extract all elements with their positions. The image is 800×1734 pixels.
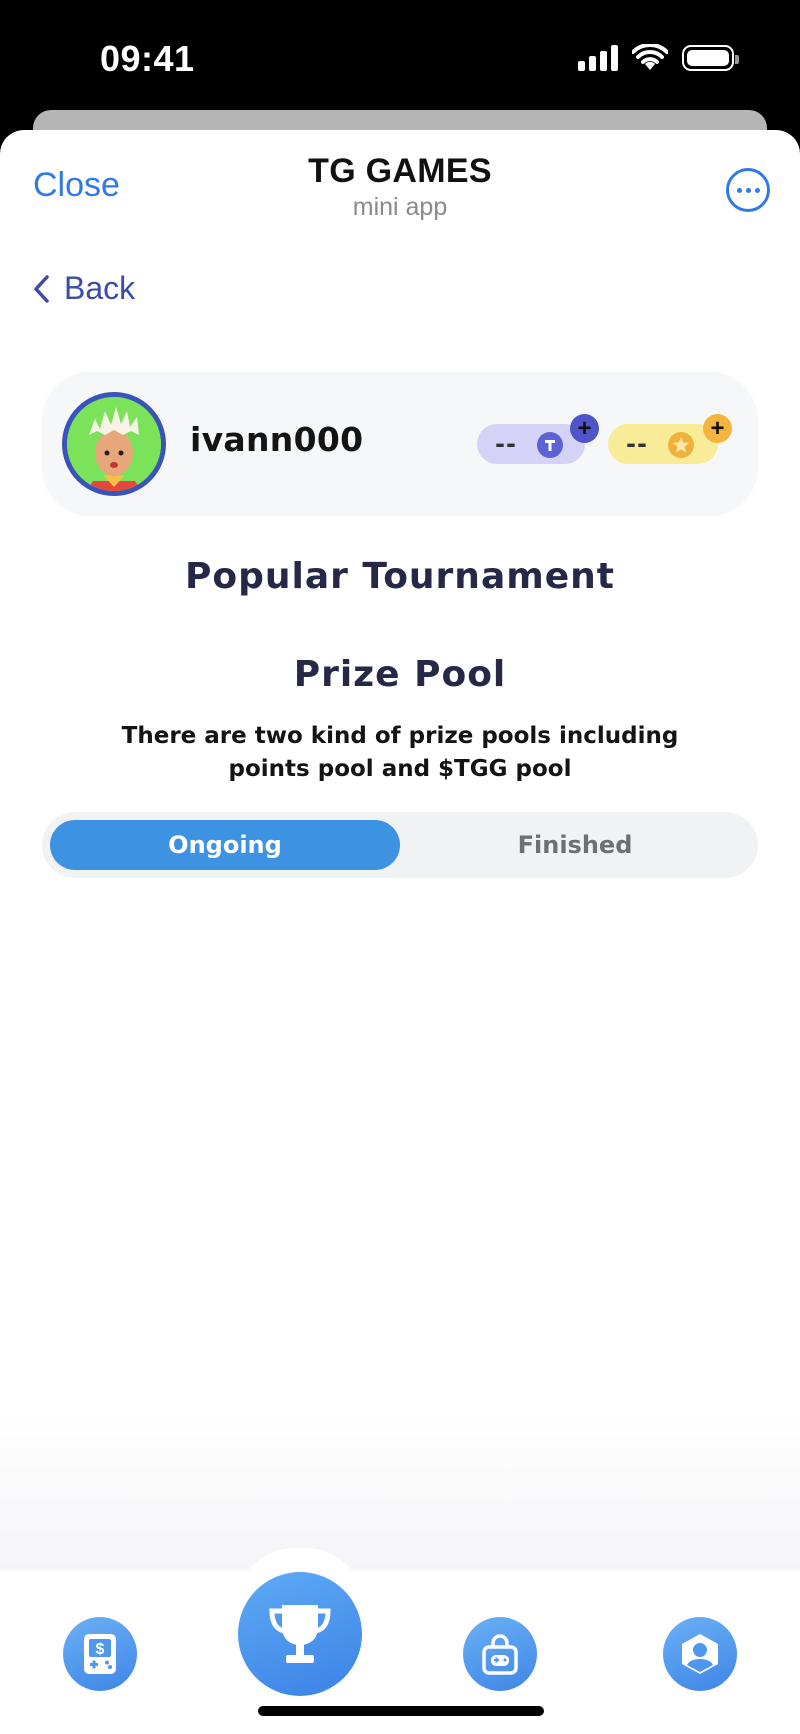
add-tgg-button[interactable]: + bbox=[570, 414, 599, 443]
profile-icon bbox=[682, 1634, 718, 1674]
dot-icon bbox=[745, 187, 751, 193]
battery-icon bbox=[682, 45, 739, 71]
tab-finished[interactable]: Finished bbox=[400, 820, 750, 870]
prize-pool-description: There are two kind of prize pools includ… bbox=[121, 723, 679, 782]
status-icons bbox=[578, 44, 739, 72]
prize-pool-title: Prize Pool bbox=[293, 654, 507, 695]
tgg-balance-value: -- bbox=[495, 430, 517, 458]
profile-card: ivann000 -- + -- + bbox=[42, 372, 758, 516]
status-bar: 09:41 bbox=[0, 0, 800, 110]
back-label: Back bbox=[64, 270, 136, 306]
nav-profile-button[interactable] bbox=[663, 1617, 737, 1691]
avatar-character-icon bbox=[67, 397, 161, 491]
home-indicator bbox=[258, 1706, 544, 1716]
page-title: Popular Tournament bbox=[184, 556, 615, 597]
app-subtitle: mini app bbox=[352, 193, 448, 221]
cellular-signal-icon bbox=[578, 45, 618, 71]
tgg-coin-icon bbox=[537, 432, 563, 458]
points-balance-pill[interactable]: -- + bbox=[608, 414, 732, 464]
chevron-left-icon bbox=[34, 274, 49, 303]
points-balance-value: -- bbox=[626, 430, 648, 458]
nav-shop-button[interactable] bbox=[463, 1617, 537, 1691]
dot-icon bbox=[736, 187, 742, 193]
svg-text:$: $ bbox=[96, 1641, 105, 1658]
status-time: 09:41 bbox=[100, 38, 195, 79]
tab-ongoing[interactable]: Ongoing bbox=[50, 820, 400, 870]
nav-games-button[interactable]: $ bbox=[63, 1617, 137, 1691]
tgg-balance-pill[interactable]: -- + bbox=[477, 414, 599, 464]
game-console-icon: $ bbox=[84, 1634, 116, 1674]
more-options-button[interactable] bbox=[726, 168, 770, 212]
star-coin-icon bbox=[668, 432, 694, 458]
back-button[interactable]: Back bbox=[32, 270, 135, 307]
avatar[interactable] bbox=[62, 392, 166, 496]
bottom-fade bbox=[0, 1410, 800, 1570]
app-title: TG GAMES bbox=[308, 152, 492, 190]
add-points-button[interactable]: + bbox=[703, 414, 732, 443]
tournament-status-tabs: Ongoing Finished bbox=[42, 812, 758, 878]
app-header: TG GAMES mini app bbox=[0, 152, 800, 222]
username: ivann000 bbox=[190, 420, 364, 459]
trophy-icon bbox=[269, 1605, 331, 1663]
nav-tournament-button[interactable] bbox=[238, 1572, 362, 1696]
wifi-icon bbox=[632, 44, 668, 70]
dot-icon bbox=[754, 187, 760, 193]
shop-bag-icon bbox=[482, 1634, 518, 1675]
